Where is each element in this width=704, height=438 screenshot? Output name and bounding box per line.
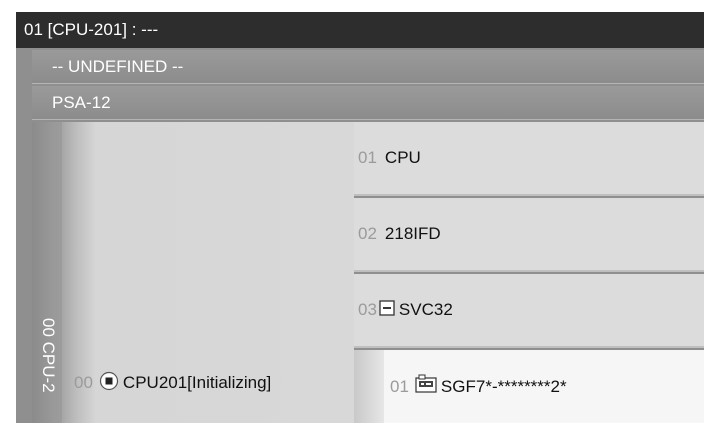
cpu-item[interactable]: 00 CPU201[Initializing] <box>62 358 271 408</box>
rack-label: 00 CPU-2 <box>39 318 58 393</box>
subslot-indent <box>354 350 384 423</box>
servo-device-icon <box>415 374 437 399</box>
subslot-name: SGF7*-********2* <box>440 376 567 396</box>
slot-row-218ifd[interactable]: 02 218IFD <box>354 198 704 272</box>
module-undefined-label: -- UNDEFINED -- <box>52 57 184 76</box>
module-psa-row[interactable]: PSA-12 <box>32 86 704 120</box>
cpu-panel[interactable]: 00 CPU201[Initializing] <box>62 122 354 423</box>
window-title: 01 [CPU-201] : --- <box>16 12 704 48</box>
stop-radio-icon <box>99 371 119 396</box>
slot-number: 02 <box>358 224 377 243</box>
slot-number: 01 <box>358 148 377 167</box>
module-psa-label: PSA-12 <box>52 93 111 112</box>
cpu-name: CPU201[Initializing] <box>122 373 272 392</box>
slot-number: 03 <box>358 300 377 319</box>
slot-row-cpu[interactable]: 01 CPU <box>354 122 704 196</box>
slot-row-svc32[interactable]: 03 SVC32 <box>354 274 704 348</box>
cpu-slot-number: 00 <box>74 373 93 392</box>
module-undefined-row[interactable]: -- UNDEFINED -- <box>32 50 704 84</box>
slot-name: SVC32 <box>398 300 453 319</box>
slot-name: CPU <box>384 148 421 167</box>
subslot-row-sgf7[interactable]: 01 SGF7*-********2* <box>384 350 704 423</box>
slot-list: 01 CPU 02 218IFD 03 SVC32 01 SGF7*-***** <box>354 122 704 423</box>
collapse-box-icon[interactable] <box>379 299 395 321</box>
subslot-number: 01 <box>390 376 409 396</box>
slot-name: 218IFD <box>384 224 441 243</box>
